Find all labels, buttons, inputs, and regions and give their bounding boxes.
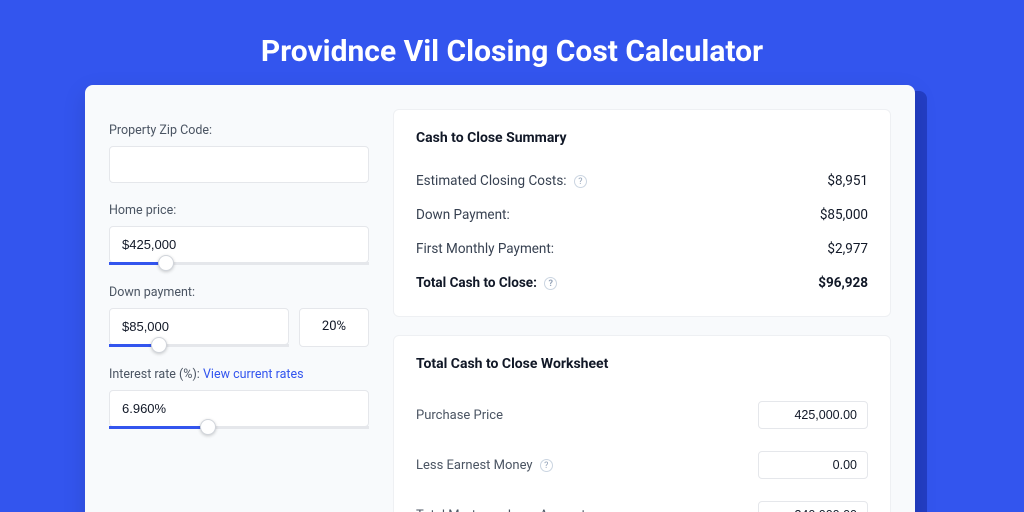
summary-label: Estimated Closing Costs: <box>416 173 567 189</box>
home-price-field: Home price: <box>109 203 369 265</box>
help-icon[interactable]: ? <box>574 175 587 188</box>
summary-value: $2,977 <box>827 241 868 257</box>
home-price-input[interactable] <box>109 226 369 263</box>
view-rates-link[interactable]: View current rates <box>203 367 304 382</box>
summary-panel: Cash to Close Summary Estimated Closing … <box>393 109 891 317</box>
worksheet-input[interactable] <box>758 451 868 479</box>
worksheet-row-earnest-money: Less Earnest Money ? <box>416 440 868 490</box>
summary-label: First Monthly Payment: <box>416 241 554 257</box>
worksheet-label: Less Earnest Money <box>416 458 533 473</box>
worksheet-heading: Total Cash to Close Worksheet <box>416 356 868 372</box>
interest-rate-field: Interest rate (%): View current rates <box>109 367 369 429</box>
interest-rate-track <box>109 426 369 429</box>
results-column: Cash to Close Summary Estimated Closing … <box>393 109 891 512</box>
interest-rate-input[interactable] <box>109 390 369 427</box>
summary-total-value: $96,928 <box>818 275 868 291</box>
down-payment-pct[interactable]: 20% <box>299 308 369 347</box>
zip-input[interactable] <box>109 146 369 183</box>
summary-value: $8,951 <box>827 173 868 189</box>
down-payment-track <box>109 344 289 347</box>
interest-rate-thumb[interactable] <box>200 419 216 435</box>
worksheet-input[interactable] <box>758 401 868 429</box>
page-title: Providnce Vil Closing Cost Calculator <box>0 0 1024 91</box>
down-payment-thumb[interactable] <box>151 337 167 353</box>
interest-rate-fill <box>109 426 208 429</box>
summary-heading: Cash to Close Summary <box>416 130 868 146</box>
summary-row-down-payment: Down Payment: $85,000 <box>416 198 868 232</box>
down-payment-slider[interactable] <box>109 308 289 347</box>
help-icon[interactable]: ? <box>540 459 553 472</box>
worksheet-row-mortgage-amount: Total Mortgage Loan Amount <box>416 490 868 512</box>
down-payment-field: Down payment: 20% <box>109 285 369 347</box>
summary-value: $85,000 <box>820 207 868 223</box>
summary-label: Down Payment: <box>416 207 510 223</box>
worksheet-row-purchase-price: Purchase Price <box>416 390 868 440</box>
zip-label: Property Zip Code: <box>109 123 369 138</box>
inputs-column: Property Zip Code: Home price: Down paym <box>109 109 369 512</box>
worksheet-input[interactable] <box>758 501 868 512</box>
help-icon[interactable]: ? <box>544 277 557 290</box>
home-price-thumb[interactable] <box>158 255 174 271</box>
down-payment-label: Down payment: <box>109 285 369 300</box>
worksheet-label: Purchase Price <box>416 408 503 423</box>
calculator-card: Property Zip Code: Home price: Down paym <box>85 85 915 512</box>
home-price-slider[interactable] <box>109 226 369 265</box>
home-price-label: Home price: <box>109 203 369 218</box>
card-shadow: Property Zip Code: Home price: Down paym <box>97 91 927 512</box>
interest-rate-label: Interest rate (%): View current rates <box>109 367 369 382</box>
worksheet-label: Total Mortgage Loan Amount <box>416 508 586 512</box>
interest-rate-slider[interactable] <box>109 390 369 429</box>
home-price-track <box>109 262 369 265</box>
zip-field: Property Zip Code: <box>109 123 369 183</box>
summary-total-label: Total Cash to Close: <box>416 275 537 291</box>
summary-row-total: Total Cash to Close: ? $96,928 <box>416 266 868 300</box>
interest-rate-label-text: Interest rate (%): <box>109 367 200 382</box>
worksheet-panel: Total Cash to Close Worksheet Purchase P… <box>393 335 891 512</box>
summary-row-first-monthly: First Monthly Payment: $2,977 <box>416 232 868 266</box>
summary-row-closing-costs: Estimated Closing Costs: ? $8,951 <box>416 164 868 198</box>
down-payment-input[interactable] <box>109 308 289 345</box>
card-container: Property Zip Code: Home price: Down paym <box>0 91 1024 512</box>
